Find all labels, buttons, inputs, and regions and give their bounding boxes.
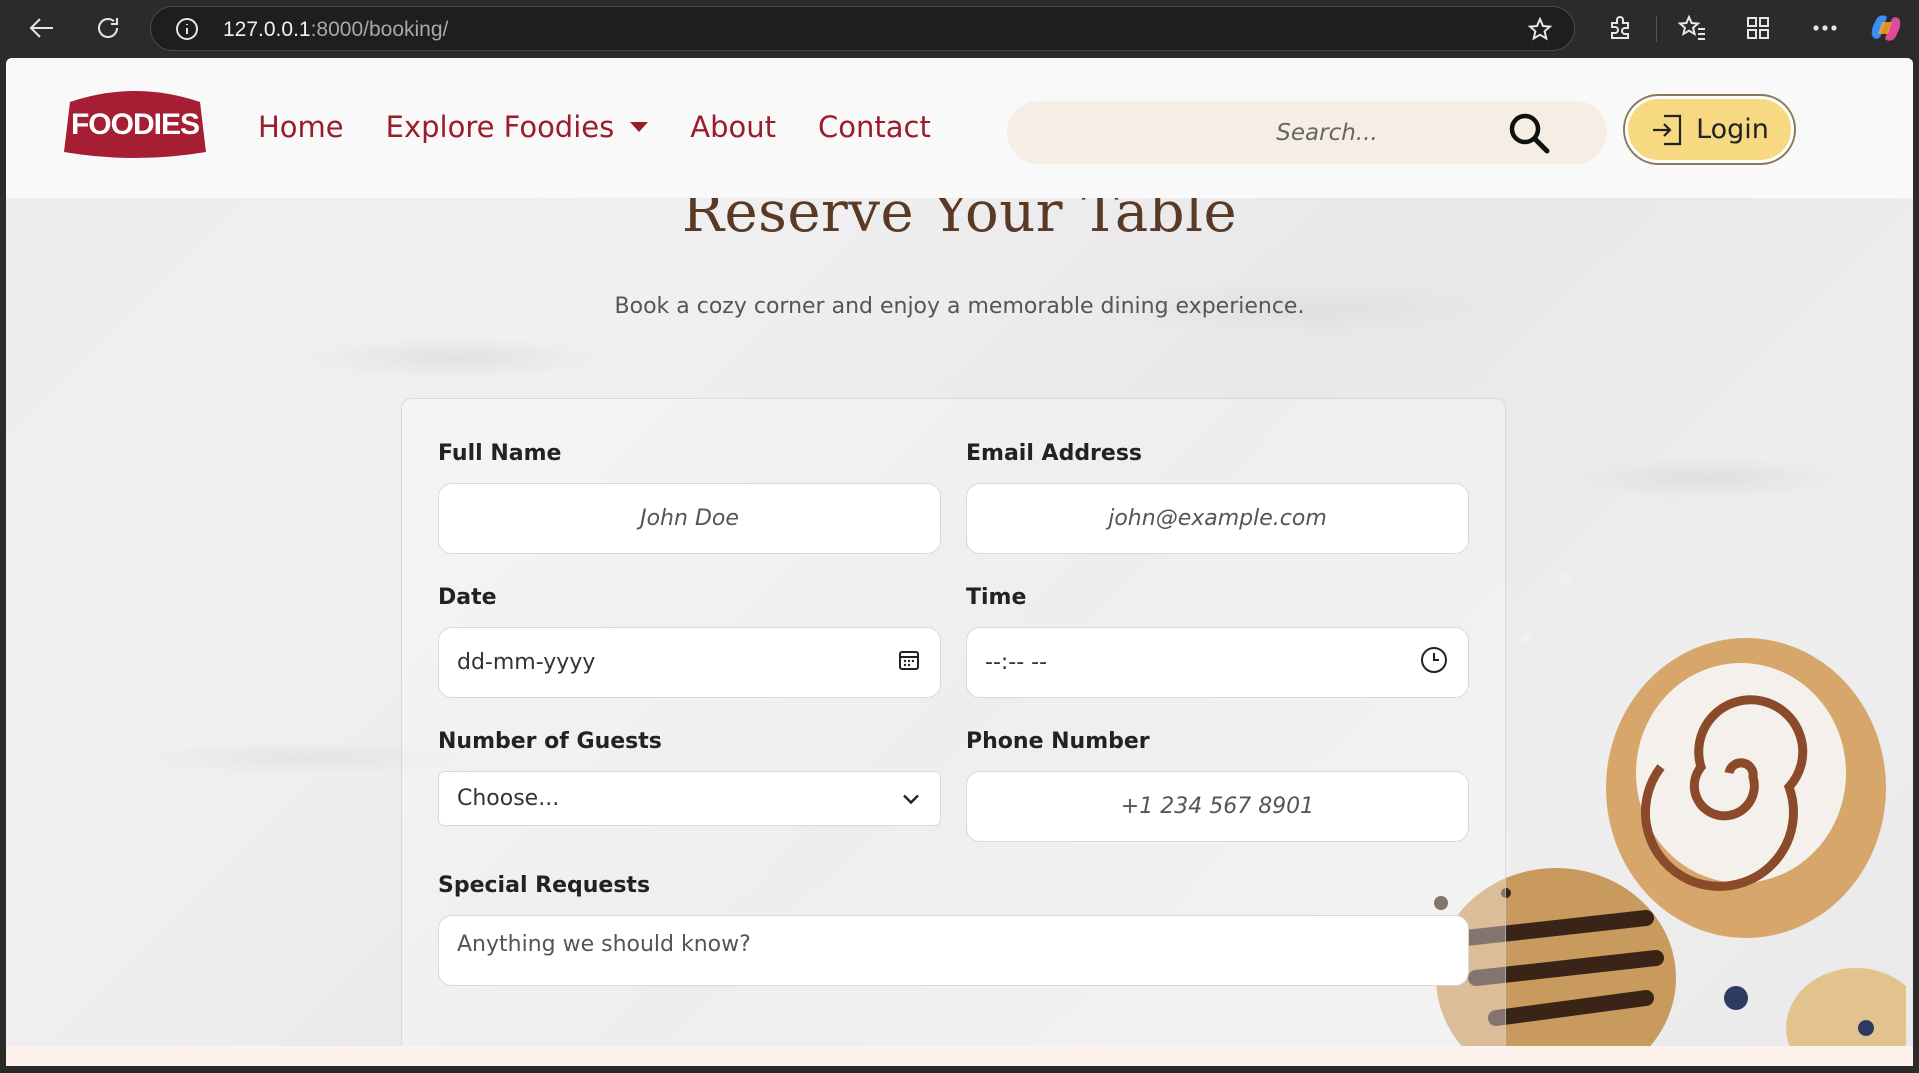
toolbar-separator — [1656, 16, 1657, 42]
more-menu-icon[interactable] — [1805, 10, 1845, 46]
footer-strip — [6, 1046, 1913, 1066]
booking-form-card: Full Name John Doe Email Address john@ex… — [401, 398, 1506, 1066]
nav-links: Home Explore Foodies About Contact — [258, 110, 973, 144]
guests-label: Number of Guests — [438, 729, 662, 754]
page-viewport: FOODIES Home Explore Foodies About Conta… — [6, 58, 1913, 1066]
date-value: dd-mm-yyyy — [457, 650, 596, 675]
search-bar — [1007, 101, 1607, 164]
time-input[interactable]: --:-- -- — [966, 627, 1469, 698]
login-button[interactable]: Login — [1625, 96, 1794, 163]
date-label: Date — [438, 585, 497, 610]
url-text: 127.0.0.1:8000/booking/ — [223, 18, 448, 42]
favorite-star-icon[interactable] — [1527, 16, 1553, 45]
time-label: Time — [966, 585, 1027, 610]
clock-icon[interactable] — [1420, 646, 1448, 680]
login-label: Login — [1696, 114, 1769, 145]
search-input[interactable] — [1007, 101, 1507, 164]
email-label: Email Address — [966, 441, 1143, 466]
date-input[interactable]: dd-mm-yyyy — [438, 627, 941, 698]
phone-label: Phone Number — [966, 729, 1150, 754]
favorites-icon[interactable] — [1672, 10, 1712, 46]
address-bar[interactable]: 127.0.0.1:8000/booking/ — [150, 6, 1575, 51]
phone-input[interactable]: +1 234 567 8901 — [966, 771, 1469, 842]
url-path: :8000/booking/ — [310, 18, 449, 41]
login-icon — [1653, 114, 1682, 145]
foodies-logo[interactable]: FOODIES — [62, 86, 208, 160]
email-input[interactable]: john@example.com — [966, 483, 1469, 554]
nav-explore-label: Explore Foodies — [385, 110, 615, 144]
search-icon[interactable] — [1507, 111, 1551, 159]
page-subtitle: Book a cozy corner and enjoy a memorable… — [614, 294, 1305, 319]
chevron-down-icon — [902, 786, 920, 811]
copilot-icon[interactable] — [1866, 10, 1906, 46]
extensions-icon[interactable] — [1600, 10, 1640, 46]
nav-home-link[interactable]: Home — [258, 110, 344, 144]
time-value: --:-- -- — [985, 650, 1048, 675]
url-host: 127.0.0.1 — [223, 18, 311, 41]
calendar-icon[interactable] — [898, 649, 920, 677]
nav-contact-link[interactable]: Contact — [818, 110, 931, 144]
browser-toolbar: 127.0.0.1:8000/booking/ — [0, 0, 1919, 58]
site-info-icon[interactable] — [175, 17, 199, 45]
guests-select[interactable]: Choose... — [438, 771, 941, 826]
collections-icon[interactable] — [1738, 10, 1778, 46]
caret-down-icon — [630, 122, 649, 132]
nav-explore-dropdown[interactable]: Explore Foodies — [386, 110, 649, 144]
reload-icon[interactable] — [88, 10, 128, 46]
requests-label: Special Requests — [438, 873, 651, 898]
logo-text: FOODIES — [70, 108, 200, 141]
full-name-input[interactable]: John Doe — [438, 483, 941, 554]
back-icon[interactable] — [22, 10, 62, 46]
site-navbar: FOODIES Home Explore Foodies About Conta… — [6, 58, 1913, 198]
full-name-label: Full Name — [438, 441, 562, 466]
requests-textarea[interactable]: Anything we should know? — [438, 915, 1469, 986]
guests-value: Choose... — [457, 786, 560, 811]
nav-about-link[interactable]: About — [690, 110, 776, 144]
